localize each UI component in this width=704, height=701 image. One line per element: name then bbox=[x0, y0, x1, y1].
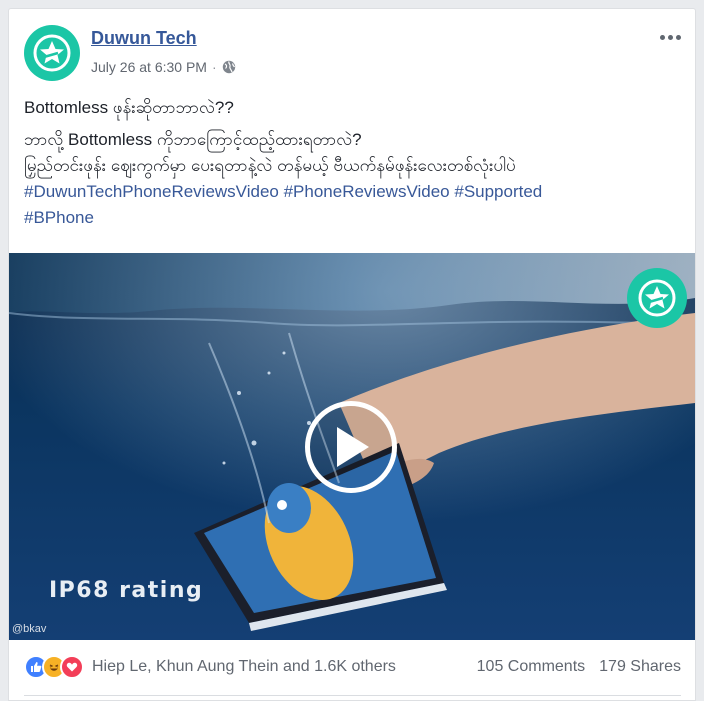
brand-badge bbox=[627, 268, 687, 328]
love-icon bbox=[60, 655, 84, 679]
post-meta: July 26 at 6:30 PM · bbox=[91, 59, 236, 75]
meta-separator: · bbox=[211, 59, 217, 75]
reacted-by-text[interactable]: Hiep Le, Khun Aung Thein and 1.6K others bbox=[92, 658, 396, 676]
video-player[interactable]: IP68 rating @bkav bbox=[9, 253, 695, 640]
hashtag-link[interactable]: #PhoneReviewsVideo bbox=[284, 182, 450, 201]
globe-icon bbox=[222, 60, 235, 74]
post-text-line-2: ဘာလို့ Bottomless ကိုဘာကြောင့်ထည့်ထားရတာ… bbox=[24, 130, 362, 149]
hashtag-link[interactable]: #Supported bbox=[454, 182, 542, 201]
engagement-counts: 105 Comments 179 Shares bbox=[477, 658, 681, 676]
page-avatar[interactable] bbox=[24, 25, 80, 81]
post-text-line-1: Bottomless ဖုန်းဆိုတာဘာလဲ?? bbox=[24, 98, 234, 117]
comments-count-link[interactable]: 105 Comments bbox=[477, 658, 586, 676]
post-header: Duwun Tech July 26 at 6:30 PM · bbox=[24, 25, 685, 85]
post-text-line-3: မြှည်တင်းဖုန်း ဈေးကွက်မှာ ပေးရတာနဲ့လဲ တန… bbox=[24, 156, 516, 175]
star-logo-icon bbox=[33, 34, 71, 72]
play-button[interactable] bbox=[305, 401, 397, 493]
star-logo-icon bbox=[638, 279, 676, 317]
video-overlay-caption: IP68 rating bbox=[49, 578, 204, 603]
shares-count-link[interactable]: 179 Shares bbox=[599, 658, 681, 676]
video-watermark: @bkav bbox=[12, 623, 47, 635]
post-footer: Hiep Le, Khun Aung Thein and 1.6K others… bbox=[24, 652, 681, 682]
play-icon bbox=[337, 427, 369, 467]
more-dots-icon bbox=[660, 35, 665, 40]
post-timestamp[interactable]: July 26 at 6:30 PM bbox=[91, 59, 207, 75]
hashtag-link[interactable]: #DuwunTechPhoneReviewsVideo bbox=[24, 182, 279, 201]
reaction-icons[interactable] bbox=[24, 655, 84, 679]
post-card: Duwun Tech July 26 at 6:30 PM · Bottomle… bbox=[8, 8, 696, 701]
hashtag-link[interactable]: #BPhone bbox=[24, 208, 94, 227]
page-name-link[interactable]: Duwun Tech bbox=[91, 28, 197, 49]
post-text: Bottomless ဖုန်းဆိုတာဘာလဲ?? ဘာလို့ Botto… bbox=[24, 95, 681, 231]
footer-divider bbox=[24, 695, 681, 696]
more-options-button[interactable] bbox=[660, 35, 681, 40]
hashtags-line-1: #DuwunTechPhoneReviewsVideo #PhoneReview… bbox=[24, 179, 681, 205]
hashtags-line-2: #BPhone bbox=[24, 205, 681, 231]
